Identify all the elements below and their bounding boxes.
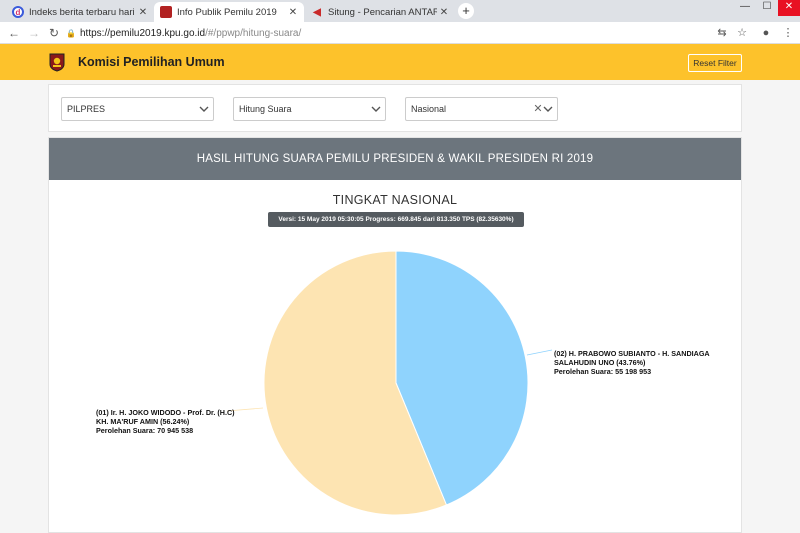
bookmark-star-icon[interactable]: ☆ [734, 25, 750, 41]
pie-label-prabowo: (02) H. PRABOWO SUBIANTO - H. SANDIAGA S… [554, 349, 710, 376]
news-favicon-icon: d [12, 6, 24, 18]
candidate-percent-line: SALAHUDIN UNO (43.76%) [554, 358, 646, 367]
url-path: /#/ppwp/hitung-suara/ [205, 27, 302, 39]
browser-tab-kpu[interactable]: Info Publik Pemilu 2019 ✕ [154, 2, 304, 22]
new-tab-button[interactable]: + [458, 3, 474, 19]
candidate-name-line: (02) H. PRABOWO SUBIANTO - H. SANDIAGA [554, 349, 710, 358]
forward-arrow-icon[interactable]: → [26, 25, 42, 41]
count-mode-select[interactable]: Hitung Suara [233, 97, 386, 121]
site-header: Komisi Pemilihan Umum Reset Filter [0, 44, 800, 80]
browser-toolbar: ← → ↻ 🔒 https://pemilu2019.kpu.go.id/#/p… [0, 22, 800, 44]
address-bar[interactable]: 🔒 https://pemilu2019.kpu.go.id/#/ppwp/hi… [66, 24, 706, 42]
vote-pie-chart [226, 250, 553, 516]
back-arrow-icon[interactable]: ← [6, 25, 22, 41]
pie-label-jokowi: (01) Ir. H. JOKO WIDODO - Prof. Dr. (H.C… [96, 408, 235, 435]
count-mode-value: Hitung Suara [239, 104, 292, 114]
region-select[interactable]: Nasional ✕ [405, 97, 558, 121]
clear-selection-icon[interactable]: ✕ [533, 98, 543, 120]
candidate-percent-line: KH. MA'RUF AMIN (56.24%) [96, 417, 190, 426]
chevron-down-icon [543, 106, 553, 112]
minimize-icon[interactable]: — [734, 0, 756, 16]
maximize-icon[interactable]: ☐ [756, 0, 778, 16]
url-host: https://pemilu2019.kpu.go.id [80, 27, 206, 39]
menu-kebab-icon[interactable]: ⋮ [780, 25, 796, 41]
antara-favicon-icon: ◀ [313, 6, 321, 18]
tab-title: Situng - Pencarian ANTARA News [328, 6, 437, 18]
window-close-icon[interactable]: ✕ [778, 0, 800, 16]
translate-icon[interactable]: ⇆ [714, 25, 730, 41]
reload-icon[interactable]: ↻ [46, 25, 62, 41]
kpu-favicon-icon [160, 6, 172, 18]
browser-tabstrip: d Indeks berita terbaru hari ini dari ✕ … [0, 0, 800, 22]
filter-panel: PILPRES Hitung Suara Nasional ✕ [48, 84, 742, 132]
tab-title: Indeks berita terbaru hari ini dari [29, 6, 136, 18]
election-type-select[interactable]: PILPRES [61, 97, 214, 121]
lock-icon: 🔒 [66, 28, 76, 38]
chevron-down-icon [371, 106, 381, 112]
candidate-name-line: (01) Ir. H. JOKO WIDODO - Prof. Dr. (H.C… [96, 408, 235, 417]
region-value: Nasional [411, 104, 447, 114]
browser-tab-news[interactable]: d Indeks berita terbaru hari ini dari ✕ [6, 2, 154, 22]
profile-avatar-icon[interactable]: ● [758, 25, 774, 41]
site-brand[interactable]: Komisi Pemilihan Umum [78, 55, 225, 69]
election-type-value: PILPRES [67, 104, 106, 114]
reset-filter-button[interactable]: Reset Filter [688, 54, 742, 72]
close-icon[interactable]: ✕ [437, 7, 451, 18]
chevron-down-icon [199, 106, 209, 112]
results-card: HASIL HITUNG SUARA PEMILU PRESIDEN & WAK… [48, 137, 742, 533]
kpu-logo-icon [49, 53, 65, 72]
vote-count: Perolehan Suara: 55 198 953 [554, 367, 652, 376]
browser-tab-antara[interactable]: ◀ Situng - Pencarian ANTARA News ✕ [305, 2, 455, 22]
close-icon[interactable]: ✕ [136, 7, 150, 18]
vote-count: Perolehan Suara: 70 945 538 [96, 426, 194, 435]
tab-title: Info Publik Pemilu 2019 [177, 6, 277, 18]
close-icon[interactable]: ✕ [286, 7, 300, 18]
connector-line-prabowo [526, 349, 553, 356]
